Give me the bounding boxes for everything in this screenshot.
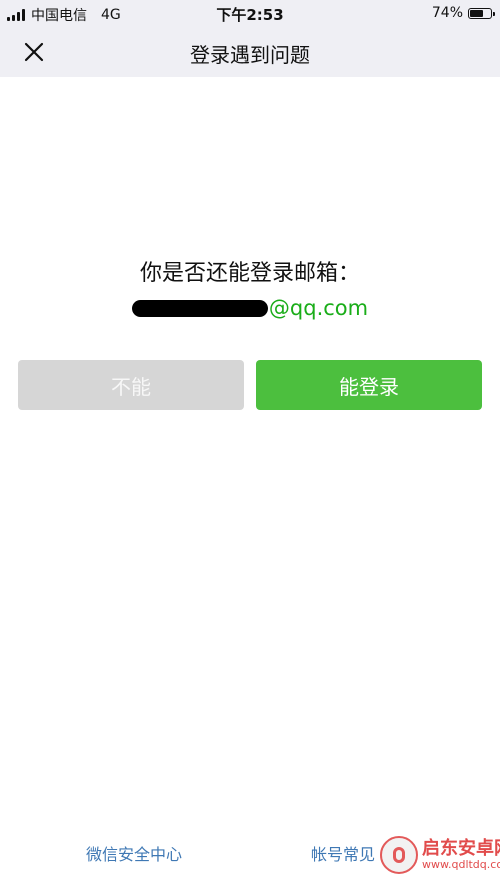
- status-bar: 中国电信 4G 下午2:53 74%: [0, 0, 500, 26]
- security-center-link[interactable]: 微信安全中心: [86, 841, 182, 865]
- cannot-login-label: 不能: [111, 374, 151, 399]
- page-title: 登录遇到问题: [190, 43, 310, 67]
- watermark-url: www.qdltdq.com: [422, 857, 500, 871]
- watermark: 启东安卓网 www.qdltdq.com: [380, 824, 500, 886]
- status-time: 下午2:53: [216, 6, 284, 24]
- battery-icon: [468, 7, 495, 19]
- watermark-text: 启东安卓网 www.qdltdq.com: [422, 839, 500, 871]
- account-faq-link[interactable]: 帐号常见: [311, 841, 375, 865]
- nav-bar: 登录遇到问题: [0, 26, 500, 77]
- can-login-label: 能登录: [339, 374, 399, 399]
- email-address: @qq.com: [0, 296, 500, 320]
- cannot-login-button[interactable]: 不能: [18, 360, 244, 410]
- battery-fill: [470, 9, 484, 17]
- question-text: 你是否还能登录邮箱：: [139, 261, 360, 286]
- watermark-logo-icon: [380, 836, 418, 874]
- email-domain: @qq.com: [268, 296, 369, 320]
- watermark-title: 启东安卓网: [422, 838, 500, 860]
- can-login-button[interactable]: 能登录: [256, 360, 482, 410]
- battery-percent: 74%: [431, 5, 463, 21]
- status-right: 74%: [431, 5, 495, 21]
- email-redaction: [131, 299, 268, 317]
